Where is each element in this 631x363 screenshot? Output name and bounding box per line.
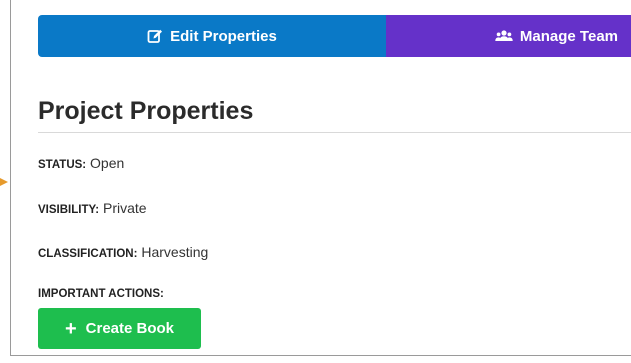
property-visibility: VISIBILITY: Private (38, 199, 147, 219)
page-title: Project Properties (38, 97, 254, 125)
property-status-value: Open (90, 155, 125, 171)
property-status-key: STATUS: (38, 159, 87, 171)
tab-edit-properties[interactable]: Edit Properties (38, 15, 386, 57)
title-divider (38, 132, 631, 133)
edit-icon (147, 28, 163, 44)
property-visibility-value: Private (103, 200, 147, 216)
property-visibility-key: VISIBILITY: (38, 204, 100, 216)
tab-edit-properties-label: Edit Properties (170, 27, 277, 45)
tab-bar: Edit Properties Manage Team (38, 15, 631, 57)
property-classification: CLASSIFICATION: Harvesting (38, 243, 208, 263)
edge-pointer-arrow (0, 178, 8, 186)
plus-icon: + (64, 317, 77, 340)
property-status: STATUS: Open (38, 154, 124, 174)
property-classification-key: CLASSIFICATION: (38, 248, 138, 260)
tab-manage-team-label: Manage Team (519, 27, 618, 45)
users-icon (495, 29, 513, 43)
tab-manage-team[interactable]: Manage Team (386, 15, 631, 57)
create-book-button[interactable]: + Create Book (38, 308, 201, 349)
property-classification-value: Harvesting (141, 244, 209, 260)
create-book-label: Create Book (85, 320, 175, 337)
important-actions-heading: IMPORTANT ACTIONS: (38, 288, 164, 300)
